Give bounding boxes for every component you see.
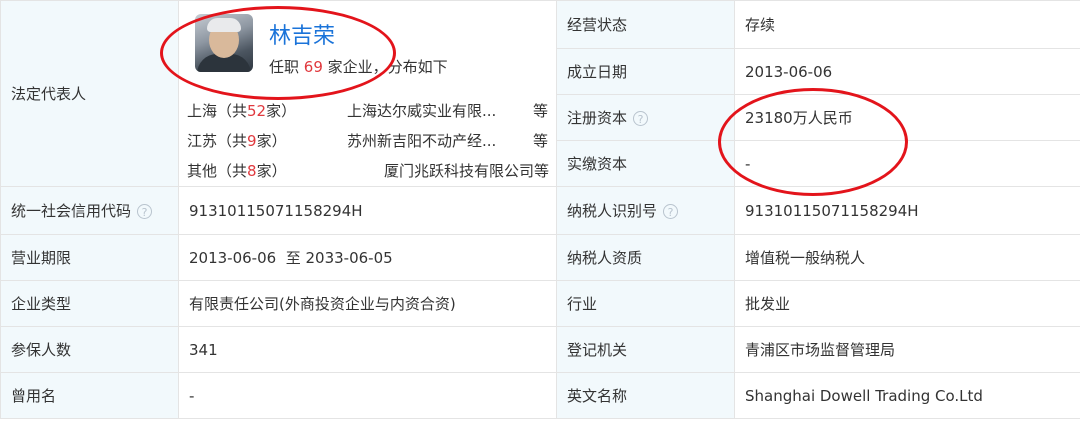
registration-authority-label: 登记机关 — [556, 326, 735, 373]
paid-capital-label: 实缴资本 — [556, 140, 735, 187]
region-company-link: 苏州新吉阳不动产经... — [347, 131, 497, 150]
term-label: 营业期限 — [0, 234, 179, 281]
company-type-value: 有限责任公司(外商投资企业与内资合资) — [178, 280, 557, 327]
paid-capital-value: - — [734, 140, 1080, 187]
status-value: 存续 — [734, 0, 1080, 49]
founded-label: 成立日期 — [556, 48, 735, 95]
post-count: 69 — [303, 57, 323, 76]
legal-rep-cell: 林吉荣 任职 69 家企业，分布如下 上海（共52家） 上海达尔威实业有限...… — [178, 0, 557, 187]
legal-rep-label: 法定代表人 — [0, 0, 179, 187]
registered-capital-value: 23180万人民币 — [734, 94, 1080, 141]
help-icon[interactable]: ? — [663, 204, 679, 219]
industry-label: 行业 — [556, 280, 735, 327]
legal-rep-posts: 任职 69 家企业，分布如下 — [269, 57, 448, 76]
registered-capital-label: 注册资本? — [556, 94, 735, 141]
help-icon[interactable]: ? — [137, 204, 153, 219]
status-label: 经营状态 — [556, 0, 735, 49]
legal-rep-name-link[interactable]: 林吉荣 — [269, 18, 335, 50]
industry-value: 批发业 — [734, 280, 1080, 327]
former-name-value: - — [178, 372, 557, 419]
registration-authority-value: 青浦区市场监督管理局 — [734, 326, 1080, 373]
english-name-label: 英文名称 — [556, 372, 735, 419]
insured-count-value: 341 — [178, 326, 557, 373]
term-value: 2013-06-06 至 2033-06-05 — [178, 234, 557, 281]
former-name-label: 曾用名 — [0, 372, 179, 419]
company-info-table: 法定代表人 林吉荣 任职 69 家企业，分布如下 上海（共52家） 上海达尔威实… — [0, 0, 1080, 419]
region-company-link: 厦门兆跃科技有限公司等 — [383, 161, 549, 180]
insured-count-label: 参保人数 — [0, 326, 179, 373]
taxpayer-type-label: 纳税人资质 — [556, 234, 735, 281]
region-company-link: 上海达尔威实业有限... — [347, 101, 497, 120]
english-name-value: Shanghai Dowell Trading Co.Ltd — [734, 372, 1080, 419]
credit-code-label: 统一社会信用代码? — [0, 186, 179, 235]
credit-code-value: 91310115071158294H — [178, 186, 557, 235]
company-type-label: 企业类型 — [0, 280, 179, 327]
taxpayer-id-label: 纳税人识别号? — [556, 186, 735, 235]
founded-value: 2013-06-06 — [734, 48, 1080, 95]
taxpayer-type-value: 增值税一般纳税人 — [734, 234, 1080, 281]
help-icon[interactable]: ? — [633, 111, 649, 126]
avatar[interactable] — [195, 13, 253, 72]
taxpayer-id-value: 91310115071158294H — [734, 186, 1080, 235]
